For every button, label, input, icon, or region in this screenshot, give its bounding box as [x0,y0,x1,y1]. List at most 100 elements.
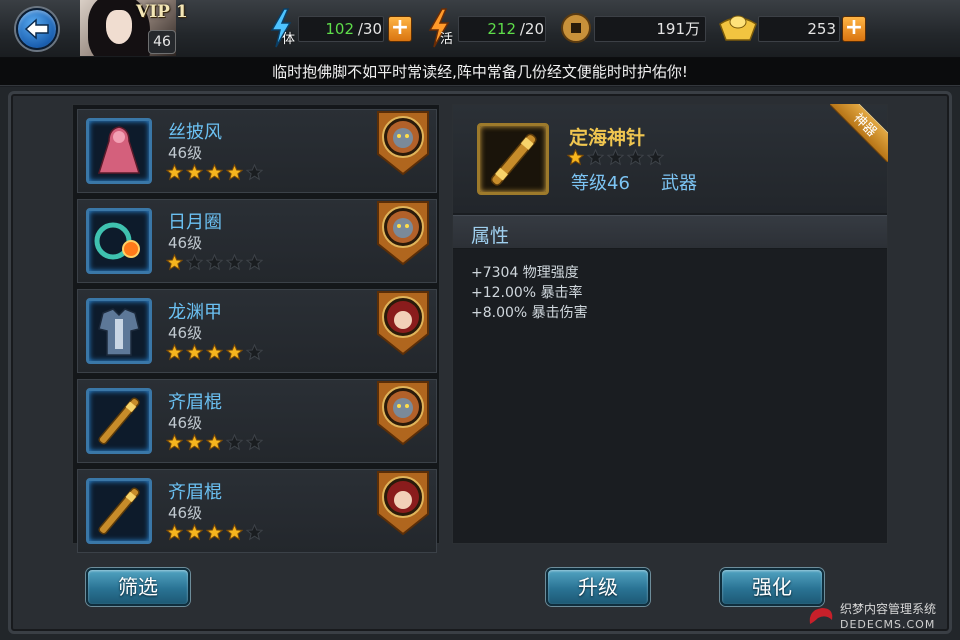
monster-avatar [376,110,430,176]
top-bar: VIP 1 46 体 102 /30 + 活 212 /20 191万 253 … [0,0,960,58]
back-arrow-icon [24,18,49,40]
back-button[interactable] [16,8,58,50]
star-empty-icon [627,149,644,166]
staff-icon [86,388,152,454]
stamina-max: /30 [357,20,382,38]
star-filled-icon [186,434,203,451]
star-empty-icon [246,524,263,541]
star-filled-icon [186,344,203,361]
star-empty-icon [246,254,263,271]
star-filled-icon [166,434,183,451]
gold-ingot-icon [719,15,757,41]
star-empty-icon [607,149,624,166]
star-empty-icon [647,149,664,166]
attribute-line: +7304 物理强度 [471,265,579,281]
ingots-value: 253 [807,20,836,38]
star-empty-icon [246,434,263,451]
equipment-level: 46级 [168,234,203,252]
star-rating [166,524,266,544]
monster-avatar [376,200,430,266]
watermark-title: 织梦内容管理系统 [840,602,937,616]
star-filled-icon [567,149,584,166]
energy-max: /20 [519,20,544,38]
star-filled-icon [166,164,183,181]
star-rating [166,344,266,364]
star-filled-icon [206,164,223,181]
star-filled-icon [226,344,243,361]
coins-value: 191万 [656,20,700,38]
equipment-name: 丝披风 [168,122,222,143]
girl-avatar [376,470,430,536]
star-filled-icon [206,524,223,541]
equipment-name: 齐眉棍 [168,482,222,503]
star-rating [166,164,266,184]
attributes-list: +7304 物理强度 +12.00% 暴击率 +8.00% 暴击伤害 [471,263,588,323]
girl-avatar [376,290,430,356]
watermark-subtitle: DEDECMS.COM [840,618,936,631]
monster-avatar [376,380,430,446]
star-filled-icon [166,254,183,271]
equipment-card[interactable]: 齐眉棍 46级 [77,379,437,463]
equipment-detail-panel: 定海神针 等级46 武器 神器 属性 +7304 物理强度 +12.00% 暴击… [452,104,888,544]
add-stamina-button[interactable]: + [388,16,412,42]
upgrade-button[interactable]: 升级 [546,568,650,606]
detail-item-name: 定海神针 [569,127,646,149]
equipment-level: 46级 [168,144,203,162]
weapon-staff-icon [477,123,549,195]
detail-item-level: 等级46 [571,173,630,194]
detail-star-rating [567,149,667,170]
star-filled-icon [206,434,223,451]
attributes-header: 属性 [453,215,887,249]
star-empty-icon [186,254,203,271]
equipment-level: 46级 [168,324,203,342]
artifact-ribbon: 神器 [830,104,888,162]
equipment-level: 46级 [168,414,203,432]
star-rating [166,434,266,454]
stamina-tag: 体 [282,32,296,47]
equipment-card[interactable]: 龙渊甲 46级 [77,289,437,373]
star-empty-icon [246,164,263,181]
star-empty-icon [206,254,223,271]
star-filled-icon [166,524,183,541]
cloak-icon [86,118,152,184]
add-ingots-button[interactable]: + [842,16,866,42]
attribute-line: +12.00% 暴击率 [471,285,583,301]
equipment-card[interactable]: 日月圈 46级 [77,199,437,283]
energy-tag: 活 [440,32,454,47]
watermark: 织梦内容管理系统 DEDECMS.COM [804,600,954,634]
star-filled-icon [226,524,243,541]
star-empty-icon [226,254,243,271]
equipment-name: 龙渊甲 [168,302,222,323]
star-empty-icon [226,434,243,451]
stamina-current: 102 [325,20,354,38]
filter-button[interactable]: 筛选 [86,568,190,606]
player-level-badge: 46 [148,30,176,54]
attribute-line: +8.00% 暴击伤害 [471,305,588,321]
swirl-logo-icon [809,608,833,624]
attributes-title: 属性 [471,225,510,247]
equipment-name: 日月圈 [168,212,222,233]
star-empty-icon [587,149,604,166]
star-rating [166,254,266,274]
staff-icon [86,478,152,544]
star-filled-icon [186,524,203,541]
equipment-card[interactable]: 齐眉棍 46级 [77,469,437,553]
star-empty-icon [246,344,263,361]
detail-item-type: 武器 [661,173,697,194]
armor-icon [86,298,152,364]
equipment-list[interactable]: 丝披风 46级 日月圈 46级 龙渊甲 46级 齐眉棍 46级 齐眉棍 46级 [72,104,440,553]
star-filled-icon [206,344,223,361]
ribbon-label: 神器 [830,104,888,162]
energy-current: 212 [487,20,516,38]
coin-icon [561,13,591,43]
tip-banner: 临时抱佛脚不如平时常读经,阵中常备几份经文便能时时护佑你! [0,58,960,86]
equipment-name: 齐眉棍 [168,392,222,413]
equipment-card[interactable]: 丝披风 46级 [77,109,437,193]
ring-icon [86,208,152,274]
star-filled-icon [226,164,243,181]
star-filled-icon [166,344,183,361]
equipment-level: 46级 [168,504,203,522]
vip-label: VIP 1 [136,2,188,22]
detail-header: 定海神针 等级46 武器 神器 [453,104,888,213]
star-filled-icon [186,164,203,181]
